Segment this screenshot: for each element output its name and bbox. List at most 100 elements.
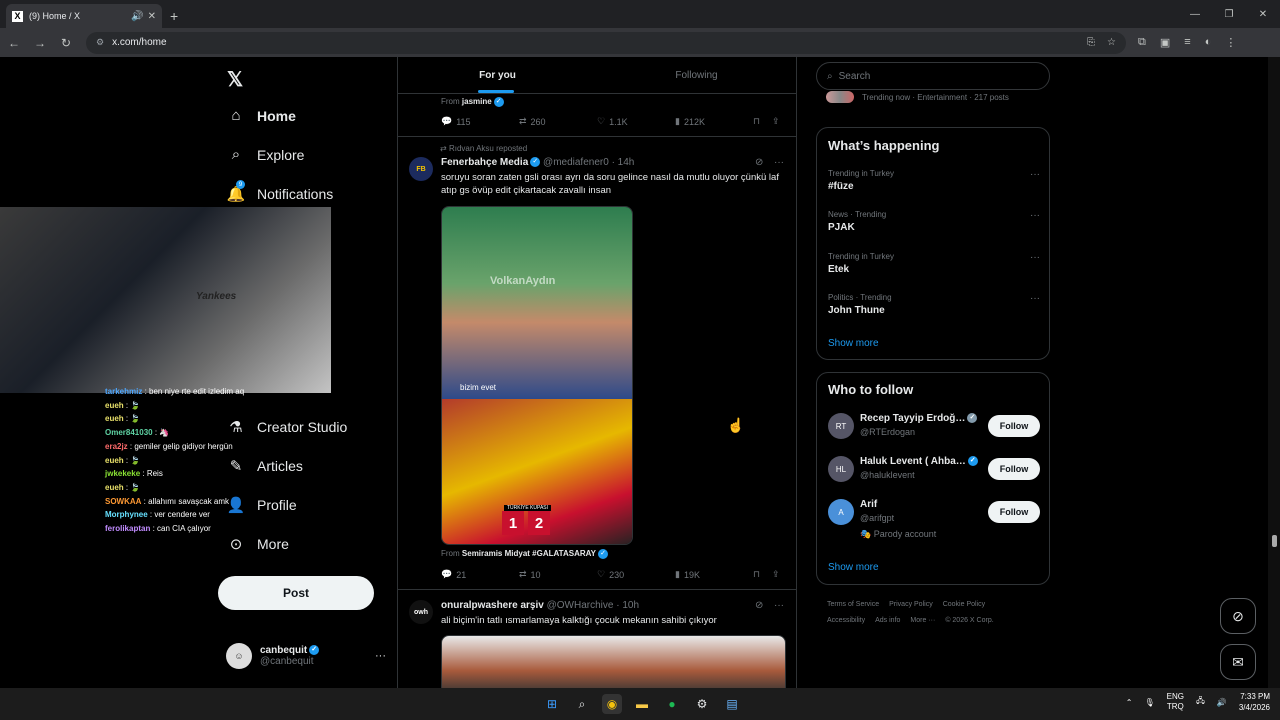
browser-tab[interactable]: X (9) Home / X 🔊 ✕ xyxy=(6,4,162,28)
nav-notifications[interactable]: 🔔 9 Notifications xyxy=(226,180,333,203)
nav-explore[interactable]: ⌕ Explore xyxy=(226,146,305,163)
trend-item[interactable]: Trending in Turkey #füze ··· xyxy=(828,169,1040,192)
tab-following[interactable]: Following xyxy=(597,57,796,93)
back-icon[interactable]: ← xyxy=(2,36,26,50)
steam-icon[interactable]: ⚙ xyxy=(692,694,712,714)
from-name[interactable]: Semiramis Midyat #GALATASARAY xyxy=(462,549,596,558)
author-handle[interactable]: @OWHarchive xyxy=(547,600,614,611)
trend-item[interactable]: Trending in Turkey Etek ··· xyxy=(828,252,1040,275)
close-window-icon[interactable]: ✕ xyxy=(1246,0,1280,28)
trending-now-row[interactable]: Trending now · Entertainment · 217 posts xyxy=(826,91,1009,103)
post-avatar[interactable]: FB xyxy=(409,157,433,181)
nav-home[interactable]: ⌂ Home xyxy=(226,107,295,124)
show-more-link[interactable]: Show more xyxy=(828,338,879,349)
bookmark-icon[interactable]: ⊓ xyxy=(753,116,760,127)
reload-icon[interactable]: ↻ xyxy=(54,36,78,50)
restore-icon[interactable]: ❐ xyxy=(1212,0,1246,28)
scrollbar-thumb[interactable] xyxy=(1272,535,1277,547)
follow-suggestion[interactable]: A Arif @arifgpt 🎭 Parody account Follow xyxy=(828,499,1040,540)
footer-link[interactable]: Terms of Service xyxy=(827,601,879,608)
follow-suggestion[interactable]: RT Recep Tayyip Erdoğ… ✓ @RTErdogan Follo… xyxy=(828,413,1040,439)
post-time[interactable]: · 14h xyxy=(612,157,635,168)
follow-suggestion[interactable]: HL Haluk Levent ( Ahba… ✓ @haluklevent Fo… xyxy=(828,456,1040,482)
windows-start-icon[interactable]: ⊞ xyxy=(542,694,562,714)
spotify-icon[interactable]: ● xyxy=(662,694,682,714)
author-handle[interactable]: @mediafener0 xyxy=(543,157,609,168)
reply-button[interactable]: 💬 115 xyxy=(441,116,519,127)
trend-item[interactable]: News · Trending PJAK ··· xyxy=(828,210,1040,233)
chat-username: jwkekeke xyxy=(105,469,141,479)
microphone-icon[interactable]: 🎙 xyxy=(1144,698,1154,707)
grok-icon[interactable]: ⊘ xyxy=(755,157,763,168)
follow-button[interactable]: Follow xyxy=(988,415,1040,437)
trend-more-icon[interactable]: ··· xyxy=(1030,252,1040,263)
account-switcher[interactable]: ☺ canbequit ✓ @canbequit ··· xyxy=(226,643,386,669)
minimize-icon[interactable]: — xyxy=(1178,0,1212,28)
footer-link[interactable]: Cookie Policy xyxy=(943,601,985,608)
reposted-by[interactable]: ⇄ Rıdvan Aksu reposted xyxy=(440,144,527,153)
tray-overflow-icon[interactable]: ⌃ xyxy=(1126,698,1133,707)
follow-button[interactable]: Follow xyxy=(988,458,1040,480)
share-icon[interactable]: ⇪ xyxy=(772,569,780,580)
reply-button[interactable]: 💬 21 xyxy=(441,569,519,580)
close-tab-icon[interactable]: ✕ xyxy=(148,11,156,22)
repost-button[interactable]: ⇄ 260 xyxy=(519,116,597,127)
like-button[interactable]: ♡ 230 xyxy=(597,569,675,580)
footer-link[interactable]: Ads info xyxy=(875,617,900,624)
footer-link[interactable]: Accessibility xyxy=(827,617,865,624)
bookmark-star-icon[interactable]: ☆ xyxy=(1107,37,1116,48)
install-icon[interactable]: ⎘ xyxy=(1087,37,1095,48)
menu-kebab-icon[interactable]: ⋮ xyxy=(1225,36,1236,49)
notepad-icon[interactable]: ▤ xyxy=(722,694,742,714)
file-explorer-icon[interactable]: ▬ xyxy=(632,694,652,714)
show-more-link[interactable]: Show more xyxy=(828,562,879,573)
footer-link[interactable]: Privacy Policy xyxy=(889,601,933,608)
volume-icon[interactable]: 🔊 xyxy=(1217,698,1227,707)
search-input[interactable]: ⌕ Search xyxy=(816,62,1050,90)
address-bar[interactable]: ⚙ x.com/home ⎘ ☆ xyxy=(86,31,1126,54)
media-controls-icon[interactable]: ≡ xyxy=(1184,36,1190,49)
network-icon[interactable]: 🖧 xyxy=(1196,695,1205,709)
post-button[interactable]: Post xyxy=(218,576,374,610)
forward-icon[interactable]: → xyxy=(28,36,52,50)
share-icon[interactable]: ⇪ xyxy=(772,116,780,127)
views-button[interactable]: ▮ 212K xyxy=(675,116,753,127)
profile-avatar-icon[interactable]: ◐ xyxy=(1205,36,1212,49)
tab-for-you[interactable]: For you xyxy=(398,57,597,93)
author-name[interactable]: onuralpwashere arşiv xyxy=(441,600,544,611)
trend-more-icon[interactable]: ··· xyxy=(1030,210,1040,221)
page-scrollbar[interactable] xyxy=(1268,57,1280,688)
language-indicator[interactable]: ENG TRQ xyxy=(1167,692,1184,712)
post-more-icon[interactable]: ··· xyxy=(774,157,784,168)
repost-button[interactable]: ⇄ 10 xyxy=(519,569,597,580)
trend-item[interactable]: Politics · Trending John Thune ··· xyxy=(828,293,1040,316)
bookmark-icon[interactable]: ⊓ xyxy=(753,569,760,580)
post-media[interactable] xyxy=(441,635,786,688)
speaker-icon[interactable]: 🔊 xyxy=(131,11,143,22)
trend-more-icon[interactable]: ··· xyxy=(1030,293,1040,304)
new-tab-icon[interactable]: + xyxy=(170,4,178,28)
grok-fab-icon[interactable]: ⊘ xyxy=(1220,598,1256,634)
follow-button[interactable]: Follow xyxy=(988,501,1040,523)
post-avatar[interactable]: owh xyxy=(409,600,433,624)
extensions-icon[interactable]: ⧉ xyxy=(1138,36,1146,49)
taskbar-search-icon[interactable]: ⌕ xyxy=(572,694,592,714)
split-view-icon[interactable]: ▣ xyxy=(1160,36,1170,49)
trend-more-icon[interactable]: ··· xyxy=(1030,169,1040,180)
from-name[interactable]: jasmine xyxy=(462,97,492,106)
x-logo-icon[interactable]: 𝕏 xyxy=(227,67,243,92)
nav-more[interactable]: ⊙ More xyxy=(226,535,289,553)
post-more-icon[interactable]: ··· xyxy=(774,600,784,611)
author-name[interactable]: Fenerbahçe Media xyxy=(441,157,528,168)
account-more-icon[interactable]: ··· xyxy=(375,650,386,662)
clock[interactable]: 7:33 PM 3/4/2026 xyxy=(1239,691,1270,713)
post-media[interactable]: VolkanAydın bizim evet TÜRKİYE KUPASI 1 … xyxy=(441,206,633,545)
footer-link[interactable]: More ··· xyxy=(910,617,935,624)
post-time[interactable]: · 10h xyxy=(616,600,639,611)
grok-icon[interactable]: ⊘ xyxy=(755,600,763,611)
views-button[interactable]: ▮ 19K xyxy=(675,569,753,580)
like-button[interactable]: ♡ 1.1K xyxy=(597,116,675,127)
chrome-icon[interactable]: ◉ xyxy=(602,694,622,714)
site-info-icon[interactable]: ⚙ xyxy=(96,37,104,48)
messages-fab-icon[interactable]: ✉ xyxy=(1220,644,1256,680)
